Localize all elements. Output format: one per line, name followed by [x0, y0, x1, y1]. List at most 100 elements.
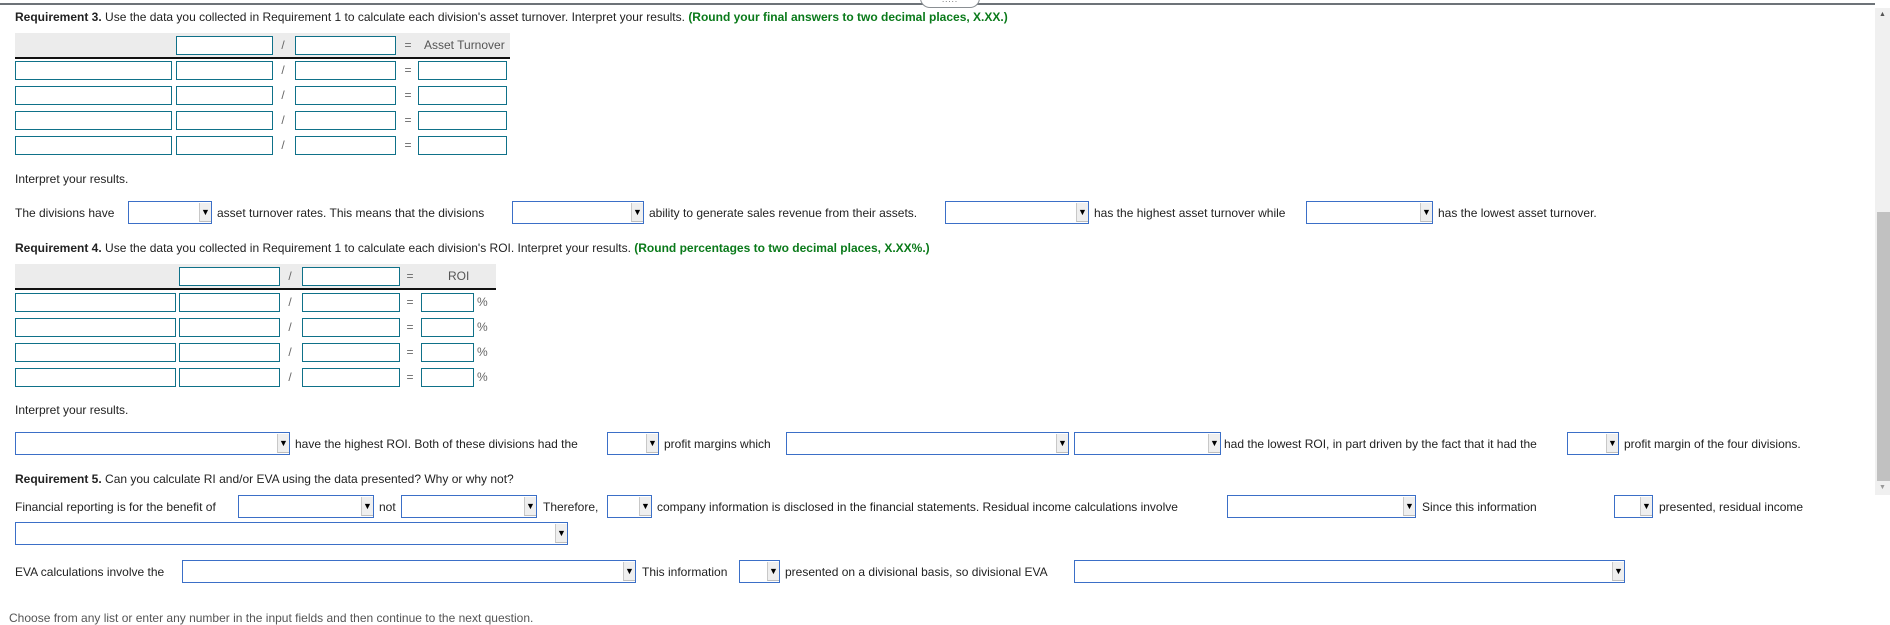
panel-drag-handle[interactable]: .....: [920, 0, 980, 8]
chevron-down-icon: ▼: [524, 497, 536, 516]
req5-eva-conclusion-dropdown[interactable]: ▼: [1074, 560, 1625, 583]
req3-asset-turnover-input[interactable]: [418, 61, 507, 80]
req4-divide-sign: /: [288, 269, 292, 283]
req3-denominator-input[interactable]: [295, 86, 396, 105]
req3-header-rule: [15, 57, 510, 59]
req4-instruction: (Round percentages to two decimal places…: [634, 241, 930, 255]
req3-denominator-input[interactable]: [295, 111, 396, 130]
req4-roi-input[interactable]: [421, 368, 474, 387]
req5-sentence-text-9: presented on a divisional basis, so divi…: [785, 565, 1048, 579]
req4-divide-sign: /: [288, 345, 292, 359]
chevron-down-icon: ▼: [767, 562, 779, 581]
req5-disclosure-amount-dropdown[interactable]: ▼: [607, 495, 652, 518]
req3-heading: Requirement 3. Use the data you collecte…: [15, 10, 1008, 24]
chevron-down-icon: ▼: [646, 434, 658, 453]
req5-ri-info-presented-dropdown[interactable]: ▼: [1614, 495, 1653, 518]
req3-numerator-input[interactable]: [176, 111, 273, 130]
req3-division-input[interactable]: [15, 111, 172, 130]
req4-denominator-label-input[interactable]: [302, 267, 400, 286]
req3-sentence-text-2: asset turnover rates. This means that th…: [217, 206, 485, 220]
req4-profit-margin-level-dropdown[interactable]: ▼: [607, 432, 659, 455]
scroll-down-arrow-icon[interactable]: ▼: [1875, 481, 1890, 495]
req3-title-text: Use the data you collected in Requiremen…: [101, 10, 689, 24]
req4-denominator-input[interactable]: [302, 343, 400, 362]
req3-sentence-text-3: ability to generate sales revenue from t…: [649, 206, 918, 220]
vertical-scrollbar[interactable]: ▲ ▼: [1875, 8, 1890, 495]
req3-denominator-input[interactable]: [295, 61, 396, 80]
req4-numerator-label-input[interactable]: [179, 267, 280, 286]
req4-title-bold: Requirement 4.: [15, 241, 102, 255]
req3-numerator-label-input[interactable]: [176, 36, 273, 55]
req4-division-input[interactable]: [15, 293, 176, 312]
req5-ri-conclusion-dropdown[interactable]: ▼: [15, 522, 568, 545]
req5-not-for-dropdown[interactable]: ▼: [401, 495, 537, 518]
req4-divide-sign: /: [288, 370, 292, 384]
req4-heading: Requirement 4. Use the data you collecte…: [15, 241, 930, 255]
req3-title-bold: Requirement 3.: [15, 10, 102, 24]
req4-sentence-text-3: had the lowest ROI, in part driven by th…: [1224, 437, 1537, 451]
req5-eva-calculation-dropdown[interactable]: ▼: [182, 560, 636, 583]
req3-division-input[interactable]: [15, 136, 172, 155]
req3-interpret-label: Interpret your results.: [15, 172, 129, 186]
req4-equals-sign: =: [406, 269, 414, 283]
req3-asset-turnover-input[interactable]: [418, 136, 507, 155]
req4-header-rule: [15, 288, 496, 290]
req5-sentence-text-4: company information is disclosed in the …: [657, 500, 1178, 514]
req3-divide-sign: /: [281, 113, 285, 127]
req3-denominator-input[interactable]: [295, 136, 396, 155]
req5-ri-calculation-dropdown[interactable]: ▼: [1227, 495, 1416, 518]
chevron-down-icon: ▼: [1606, 434, 1618, 453]
req4-denominator-input[interactable]: [302, 368, 400, 387]
req4-division-input[interactable]: [15, 368, 176, 387]
req5-sentence-text-2: not: [379, 500, 396, 514]
req5-benefit-of-dropdown[interactable]: ▼: [238, 495, 374, 518]
req4-lowest-profit-margin-dropdown[interactable]: ▼: [1567, 432, 1619, 455]
req4-highest-roi-divisions-dropdown[interactable]: ▼: [15, 432, 290, 455]
req3-division-input[interactable]: [15, 61, 172, 80]
req4-equals-sign: =: [406, 345, 414, 359]
chevron-down-icon: ▼: [1420, 203, 1432, 222]
req3-numerator-input[interactable]: [176, 136, 273, 155]
req3-highest-division-dropdown[interactable]: ▼: [945, 201, 1089, 224]
scrollbar-thumb[interactable]: [1877, 212, 1890, 481]
footer-instruction: Choose from any list or enter any number…: [9, 611, 534, 625]
req4-roi-input[interactable]: [421, 343, 474, 362]
req3-denominator-label-input[interactable]: [295, 36, 396, 55]
req4-numerator-input[interactable]: [179, 368, 280, 387]
req3-numerator-input[interactable]: [176, 61, 273, 80]
req4-numerator-input[interactable]: [179, 293, 280, 312]
req4-denominator-input[interactable]: [302, 293, 400, 312]
req3-sentence-text-4: has the highest asset turnover while: [1094, 206, 1286, 220]
req4-division-input[interactable]: [15, 343, 176, 362]
req5-title-text: Can you calculate RI and/or EVA using th…: [101, 472, 514, 486]
req3-division-input[interactable]: [15, 86, 172, 105]
chevron-down-icon: ▼: [1403, 497, 1415, 516]
req3-turnover-rate-dropdown[interactable]: ▼: [128, 201, 212, 224]
req4-roi-input[interactable]: [421, 318, 474, 337]
chevron-down-icon: ▼: [631, 203, 643, 222]
req3-numerator-input[interactable]: [176, 86, 273, 105]
req4-interpret-label: Interpret your results.: [15, 403, 129, 417]
req3-lowest-division-dropdown[interactable]: ▼: [1306, 201, 1433, 224]
req4-lowest-roi-division-dropdown[interactable]: ▼: [1074, 432, 1221, 455]
req3-asset-turnover-input[interactable]: [418, 111, 507, 130]
req4-division-input[interactable]: [15, 318, 176, 337]
req3-asset-turnover-input[interactable]: [418, 86, 507, 105]
req5-sentence-text-6: presented, residual income: [1659, 500, 1804, 514]
req3-equals-sign: =: [404, 38, 412, 52]
req4-numerator-input[interactable]: [179, 343, 280, 362]
req4-title-text: Use the data you collected in Requiremen…: [101, 241, 635, 255]
req5-heading: Requirement 5. Can you calculate RI and/…: [15, 472, 514, 486]
req4-profit-margin-explanation-dropdown[interactable]: ▼: [786, 432, 1069, 455]
req5-sentence-text-7: EVA calculations involve the: [15, 565, 165, 579]
scroll-up-arrow-icon[interactable]: ▲: [1875, 8, 1890, 22]
req4-numerator-input[interactable]: [179, 318, 280, 337]
req4-roi-input[interactable]: [421, 293, 474, 312]
req4-equals-sign: =: [406, 320, 414, 334]
chevron-down-icon: ▼: [1208, 434, 1220, 453]
chevron-down-icon: ▼: [1076, 203, 1088, 222]
req5-eva-info-presented-dropdown[interactable]: ▼: [739, 560, 780, 583]
chevron-down-icon: ▼: [361, 497, 373, 516]
req3-ability-dropdown[interactable]: ▼: [512, 201, 644, 224]
req4-denominator-input[interactable]: [302, 318, 400, 337]
